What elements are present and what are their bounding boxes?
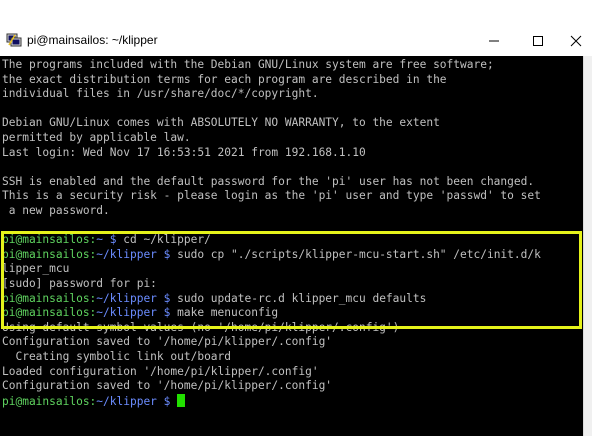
maximize-icon [533, 35, 543, 46]
minimize-button[interactable] [474, 25, 514, 56]
terminal-line: This is a security risk - please login a… [2, 189, 541, 203]
terminal-window: pi@mainsailos: ~/klipper The programs in… [0, 25, 592, 436]
terminal-line: SSH is enabled and the default password … [2, 174, 535, 188]
highlight-box [1, 231, 582, 330]
terminal-line: Creating symbolic link out/board [2, 350, 232, 363]
cursor [177, 393, 186, 407]
putty-icon[interactable] [6, 33, 22, 47]
terminal-line: The programs included with the Debian GN… [2, 58, 494, 71]
vertical-scrollbar[interactable] [583, 56, 592, 436]
terminal-line: the exact distribution terms for each pr… [2, 72, 447, 86]
maximize-button[interactable] [518, 25, 558, 56]
terminal-line: pi@mainsailos:~/klipper $ [2, 393, 186, 410]
terminal-line: Loaded configuration '/home/pi/klipper/.… [2, 364, 319, 378]
terminal-output[interactable]: The programs included with the Debian GN… [0, 56, 583, 436]
close-icon [570, 35, 582, 46]
terminal-line: permitted by applicable law. [2, 131, 191, 144]
close-button[interactable] [556, 25, 592, 56]
window-title: pi@mainsailos: ~/klipper [27, 33, 158, 47]
terminal-line: Debian GNU/Linux comes with ABSOLUTELY N… [2, 116, 440, 130]
terminal-line: a new password. [2, 204, 110, 217]
title-bar[interactable]: pi@mainsailos: ~/klipper [0, 25, 592, 56]
terminal-line: Configuration saved to '/home/pi/klipper… [2, 379, 333, 393]
terminal-line: Last login: Wed Nov 17 16:53:51 2021 fro… [2, 145, 366, 159]
minimize-icon [489, 40, 499, 41]
command-text [170, 395, 177, 408]
prompt-user: pi@mainsailos: [2, 394, 97, 408]
prompt-path: ~/klipper $ [96, 394, 171, 408]
terminal-line: Configuration saved to '/home/pi/klipper… [2, 335, 333, 349]
terminal-line: individual files in /usr/share/doc/*/cop… [2, 87, 319, 101]
